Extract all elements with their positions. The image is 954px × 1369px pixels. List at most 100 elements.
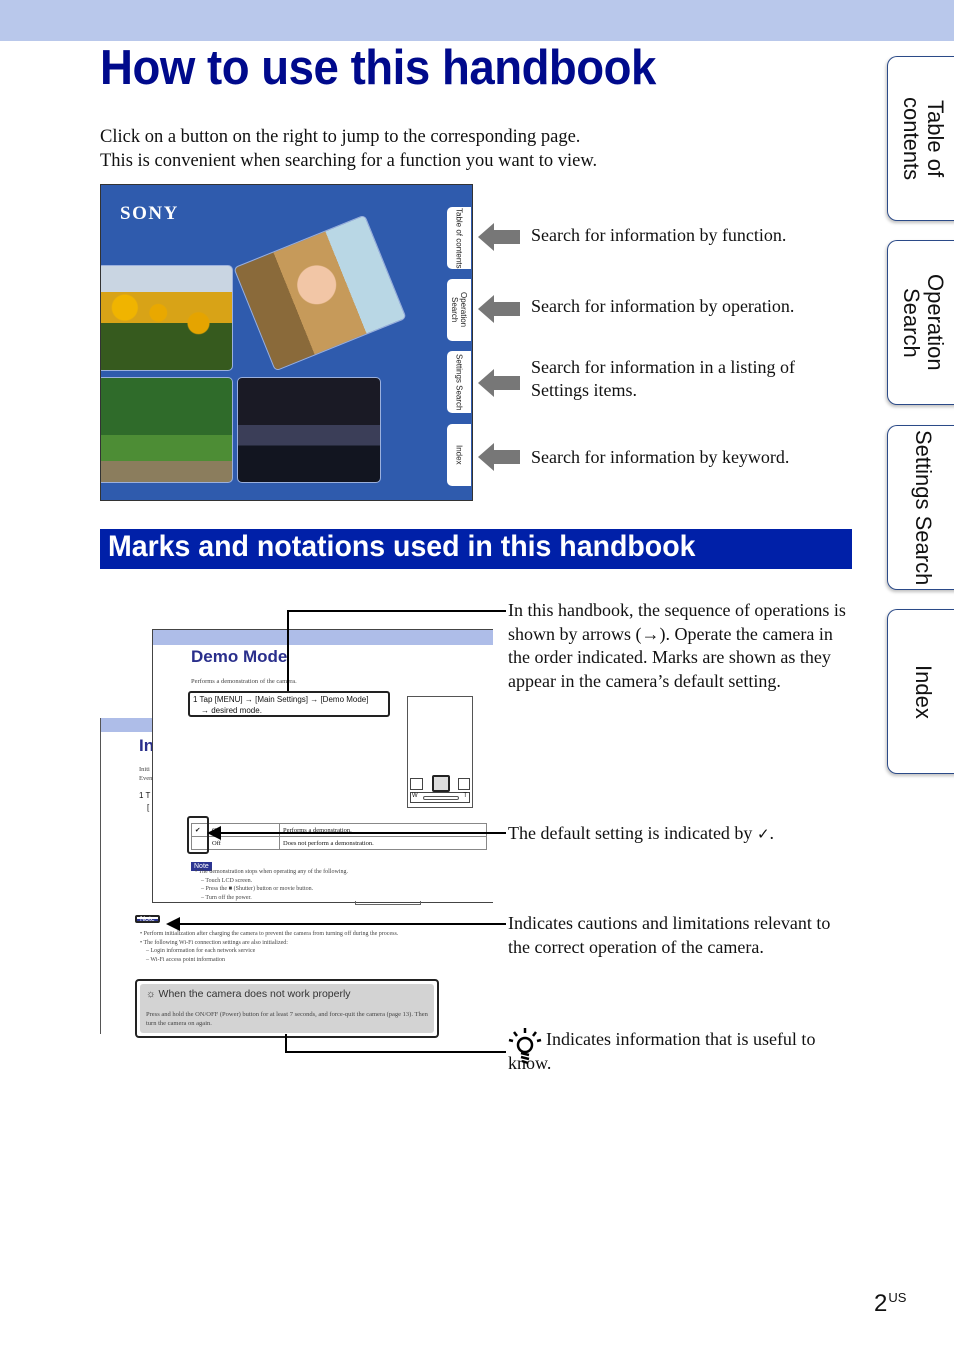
cover-tab-label: Table of contents xyxy=(454,207,464,269)
note-item: – Wi-Fi access point information xyxy=(146,956,225,963)
table-row: Off Does not perform a demonstration. xyxy=(191,836,487,850)
hint-text: Press and hold the ON/OFF (Power) button… xyxy=(146,1011,428,1027)
arrowhead-icon xyxy=(207,826,221,840)
intro-text: Click on a button on the right to jump t… xyxy=(100,125,597,173)
note-badge-highlight: Note xyxy=(135,915,160,923)
demo-mode-title: Demo Mode xyxy=(191,647,288,666)
hint-title-text: When the camera does not work properly xyxy=(158,988,351,1000)
annotation-default: The default setting is indicated by ✓. xyxy=(508,822,853,848)
page-number: 2US xyxy=(874,1290,906,1318)
tab-settings-search[interactable]: Settings Search xyxy=(887,425,954,590)
note-item: • Perform initialization after charging … xyxy=(140,931,399,937)
zoom-bar: W T xyxy=(410,792,470,803)
arrow-left-icon xyxy=(478,443,520,471)
annotation-hint-text: Indicates information that is useful to … xyxy=(508,1029,816,1073)
desc-operation: Search for information by operation. xyxy=(531,296,795,316)
note-item: • The following Wi-Fi connection setting… xyxy=(140,939,288,946)
cover-tab-label: Settings Search xyxy=(454,353,464,411)
arrow-left-icon xyxy=(478,369,520,397)
tab-operation-search[interactable]: Operation Search xyxy=(887,240,954,405)
tab-label: Index xyxy=(911,664,936,719)
desc-function: Search for information by function. xyxy=(531,225,787,245)
note-item: – Login information for each network ser… xyxy=(146,948,256,954)
hint-title: ☼ When the camera does not work properly xyxy=(146,988,351,1000)
desc-settings: Search for information in a listing of S… xyxy=(531,357,795,400)
page-number-suffix: US xyxy=(888,1290,907,1305)
default-highlight-box xyxy=(187,816,209,854)
tab-label: Settings Search xyxy=(911,429,936,586)
cover-tab-index: Index xyxy=(447,424,471,486)
arrow-left-icon xyxy=(478,295,520,323)
photo-cat-path xyxy=(101,377,233,483)
back-page-text: Initi xyxy=(139,766,150,773)
note-item: • The demonstration stops when operating… xyxy=(195,869,348,875)
settings-table: ✔ On Performs a demonstration. Off Does … xyxy=(191,823,487,850)
page-title: How to use this handbook xyxy=(100,41,656,95)
cover-tab-operation-search: Operation Search xyxy=(447,279,471,341)
callout-line xyxy=(174,923,506,925)
cover-tab-settings-search: Settings Search xyxy=(447,351,471,413)
annotation-default-text: The default setting is indicated by xyxy=(508,823,753,843)
annotation-hint: Indicates information that is useful to … xyxy=(508,1028,853,1075)
hint-box: ☼ When the camera does not work properly… xyxy=(135,979,439,1038)
zoom-t-label: T xyxy=(463,793,467,799)
sony-logo: SONY xyxy=(120,203,179,224)
note2-list: • Perform initialization after charging … xyxy=(140,930,420,964)
note-list: • The demonstration stops when operating… xyxy=(195,868,348,902)
tab-label: Operation Search xyxy=(899,274,948,371)
annotation-arrows: In this handbook, the sequence of operat… xyxy=(508,600,846,691)
header-band xyxy=(0,0,954,41)
intro-line: This is convenient when searching for a … xyxy=(100,151,598,171)
cover-tab-label: Operation Search xyxy=(450,292,468,328)
tab-table-of-contents[interactable]: Table of contents xyxy=(887,56,954,221)
tab-label: Table of contents xyxy=(899,96,948,181)
back-page-text: Even xyxy=(139,775,153,782)
zoom-slider xyxy=(423,796,459,800)
photo-night-city xyxy=(237,377,381,483)
checkmark-icon: ✓ xyxy=(756,827,770,843)
callout-line xyxy=(285,1051,506,1053)
description-cell: Performs a demonstration. xyxy=(279,823,487,837)
phone-stand xyxy=(355,901,421,905)
note-item: – Touch LCD screen. xyxy=(201,877,253,884)
sample-page-front: Demo Mode Performs a demonstration of th… xyxy=(152,629,493,903)
demo-mode-desc: Performs a demonstration of the camera. xyxy=(191,678,297,685)
cover-tab-label: Index xyxy=(454,445,464,465)
bulb-icon: ☼ xyxy=(146,988,156,1000)
callout-line xyxy=(287,610,506,612)
annotation-default-end: . xyxy=(769,823,775,843)
intro-line: Click on a button on the right to jump t… xyxy=(100,127,581,147)
mode-icon xyxy=(410,778,423,790)
section-title: Marks and notations used in this handboo… xyxy=(108,530,696,563)
callout-line xyxy=(285,1034,287,1052)
camera-screen-illustration: W T xyxy=(407,696,473,808)
zoom-w-label: W xyxy=(412,793,418,799)
step-line: 1 Tap [MENU] → [Main Settings] → [Demo M… xyxy=(193,695,369,704)
section-heading: Marks and notations used in this handboo… xyxy=(100,529,852,569)
page-band xyxy=(153,630,493,645)
photo-sunflowers xyxy=(101,265,233,371)
photo-child xyxy=(233,214,407,372)
callout-line xyxy=(287,611,289,691)
table-row: ✔ On Performs a demonstration. xyxy=(191,823,487,837)
desc-keyword: Search for information by keyword. xyxy=(531,447,790,467)
note-label: Note xyxy=(137,916,158,923)
step-line: → desired mode. xyxy=(201,706,262,715)
back-page-step: [ xyxy=(147,803,150,812)
tab-index[interactable]: Index xyxy=(887,609,954,774)
note-item: – Press the ■ (Shutter) button or movie … xyxy=(201,886,314,892)
arrowhead-icon xyxy=(166,917,180,931)
step-instruction-box: 1 Tap [MENU] → [Main Settings] → [Demo M… xyxy=(188,691,390,717)
hint-inner: ☼ When the camera does not work properly… xyxy=(140,984,434,1033)
cover-figure: SONY Table of contents Operation Search … xyxy=(100,184,473,501)
description-cell: Does not perform a demonstration. xyxy=(279,836,487,850)
back-page-step: 1 T xyxy=(139,791,151,800)
cover-tab-table-of-contents: Table of contents xyxy=(447,207,471,269)
annotation-note: Indicates cautions and limitations relev… xyxy=(508,913,831,957)
playback-icon xyxy=(458,778,470,790)
bulb-icon xyxy=(508,1028,542,1064)
note-item: – Turn off the power. xyxy=(201,894,252,901)
page-number-value: 2 xyxy=(874,1290,888,1317)
callout-line xyxy=(214,832,506,834)
arrow-left-icon xyxy=(478,223,520,251)
